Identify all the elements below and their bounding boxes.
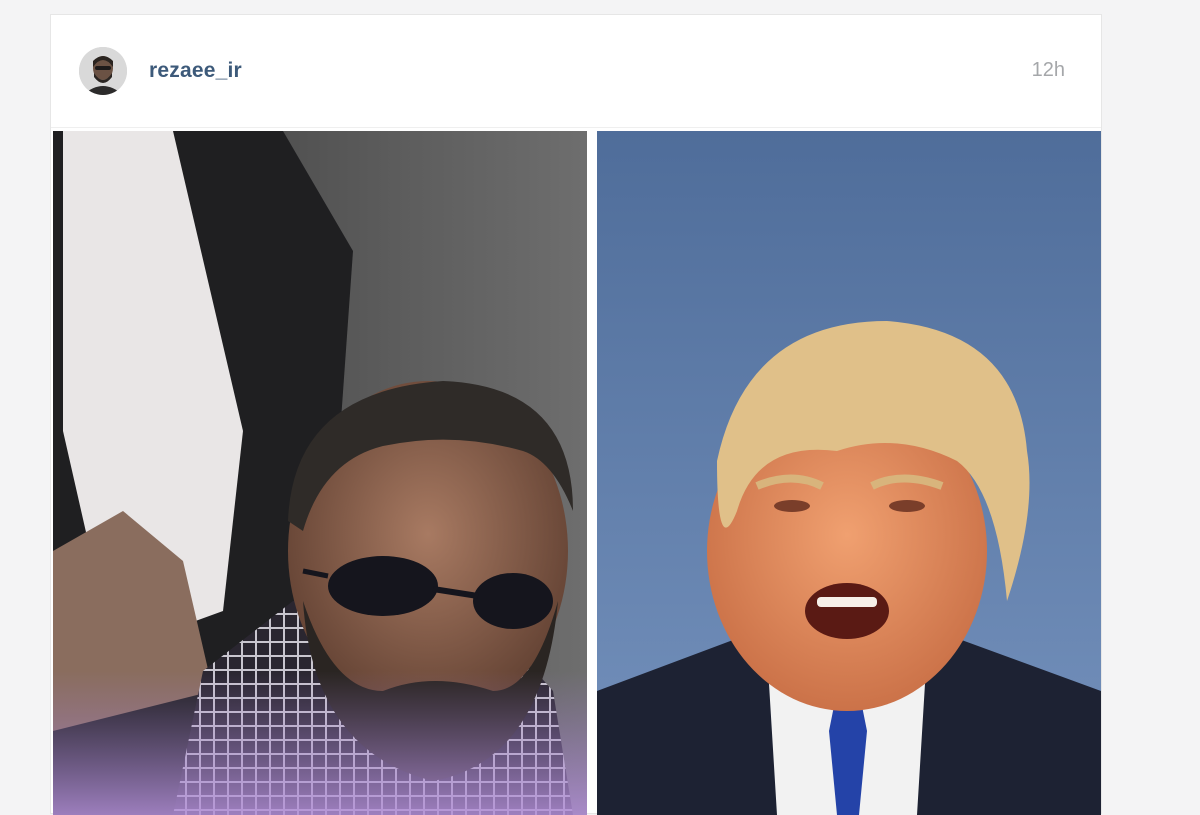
right-portrait-photo[interactable] [597, 131, 1101, 815]
right-photo-image [597, 131, 1101, 815]
left-portrait-photo[interactable] [53, 131, 587, 815]
instagram-post-card: rezaee_ir 12h [50, 14, 1102, 815]
user-avatar[interactable] [79, 47, 127, 95]
username-link[interactable]: rezaee_ir [149, 59, 242, 83]
avatar-photo-icon [79, 47, 127, 95]
left-photo-image [53, 131, 587, 815]
post-header: rezaee_ir 12h [51, 15, 1101, 128]
post-timestamp[interactable]: 12h [1032, 59, 1065, 82]
